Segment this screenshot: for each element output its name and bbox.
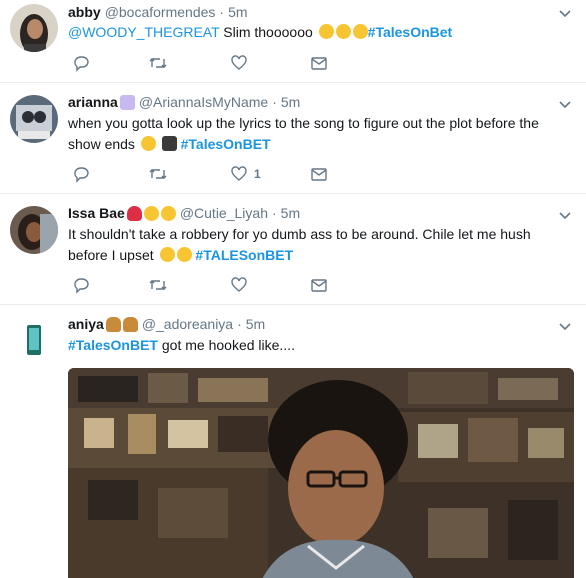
hashtag-link[interactable]: #TalesOnBet (368, 24, 453, 40)
timestamp[interactable]: 5m (246, 315, 265, 333)
avatar[interactable] (10, 317, 58, 365)
tweet-text: when you gotta look up the lyrics to the… (68, 113, 568, 155)
heart-icon (231, 277, 247, 292)
user-handle[interactable]: @_adoreaniya (142, 315, 233, 333)
heart-eyes-icon (335, 24, 351, 39)
avatar[interactable] (10, 95, 58, 143)
separator: · (271, 205, 277, 221)
tweet-abby[interactable]: abby @bocaformendes · 5m @WOODY_THEGREAT… (0, 0, 586, 83)
tweet-text-part: Slim thoooooo (219, 24, 317, 40)
display-name[interactable]: arianna (68, 93, 118, 111)
retweet-icon (149, 169, 167, 179)
tweet-text: @WOODY_THEGREAT Slim thoooooo #TalesOnBe… (68, 22, 568, 43)
grimace-face-icon (143, 205, 159, 221)
hashtag-link[interactable]: #TALESonBET (195, 247, 293, 263)
envelope-icon (311, 168, 327, 181)
spy-icon (161, 136, 177, 151)
reply-icon (74, 167, 89, 183)
like-button[interactable] (230, 276, 248, 294)
tweet-actions: 1 (68, 165, 368, 183)
retweet-icon (149, 58, 167, 68)
tweet-header: abby @bocaformendes · 5m (68, 3, 248, 21)
tweet-actions (68, 54, 368, 72)
like-button[interactable]: 1 (230, 165, 261, 183)
heart-eyes-icon (352, 24, 368, 39)
retweet-icon (149, 280, 167, 290)
avatar[interactable] (10, 4, 58, 52)
tweet-text: #TalesOnBET got me hooked like.... (68, 335, 568, 356)
display-name[interactable]: aniya (68, 315, 104, 333)
tweet-header: Issa Bae @Cutie_Liyah · 5m (68, 204, 300, 222)
chevron-down-icon[interactable] (558, 319, 572, 331)
message-button[interactable] (310, 165, 328, 183)
avatar[interactable] (10, 206, 58, 254)
tweet-header: aniya @_adoreaniya · 5m (68, 315, 265, 333)
message-button[interactable] (310, 276, 328, 294)
heart-eyes-icon (160, 205, 176, 221)
hamburger-icon (122, 316, 138, 332)
user-handle[interactable]: @AriannaIsMyName (139, 93, 268, 111)
separator: · (219, 4, 225, 20)
like-count: 1 (254, 167, 261, 181)
sparkles-icon (119, 94, 135, 110)
hashtag-link[interactable]: #TalesOnBET (181, 136, 271, 152)
reply-button[interactable] (72, 276, 90, 294)
envelope-icon (311, 279, 327, 292)
timestamp[interactable]: 5m (281, 93, 300, 111)
retweet-button[interactable] (148, 276, 168, 294)
tweet-actions (68, 276, 368, 294)
tweet-text-part: got me hooked like.... (158, 337, 295, 353)
hashtag-link[interactable]: #TalesOnBET (68, 337, 158, 353)
chevron-down-icon[interactable] (558, 208, 572, 220)
red-heart-icon (126, 205, 142, 221)
reply-button[interactable] (72, 165, 90, 183)
heart-eyes-icon (318, 24, 334, 39)
message-button[interactable] (310, 54, 328, 72)
joy-face-icon (176, 247, 192, 262)
tweet-arianna[interactable]: arianna @AriannaIsMyName · 5m when you g… (0, 83, 586, 194)
envelope-icon (311, 57, 327, 70)
hamburger-icon (105, 316, 121, 332)
tweet-text-part: It shouldn't take a robbery for yo dumb … (68, 226, 531, 263)
tweet-header: arianna @AriannaIsMyName · 5m (68, 93, 300, 111)
tweet-text-part: when you gotta look up the lyrics to the… (68, 115, 539, 152)
separator: · (237, 316, 242, 332)
separator: · (272, 94, 277, 110)
tweet-text: It shouldn't take a robbery for yo dumb … (68, 224, 568, 266)
tweet-aniya[interactable]: aniya @_adoreaniya · 5m #TalesOnBET got … (0, 305, 586, 578)
like-button[interactable] (230, 54, 248, 72)
joy-face-icon (159, 247, 175, 262)
tweet-issa-bae[interactable]: Issa Bae @Cutie_Liyah · 5m It shouldn't … (0, 194, 586, 305)
timestamp[interactable]: 5m (281, 204, 300, 222)
tweet-media-gif[interactable] (68, 368, 574, 578)
timestamp[interactable]: 5m (228, 3, 247, 21)
user-handle[interactable]: @bocaformendes (105, 3, 216, 21)
chevron-down-icon[interactable] (558, 97, 572, 109)
chevron-down-icon[interactable] (558, 6, 572, 18)
unamused-face-icon (140, 136, 156, 151)
heart-icon (231, 55, 247, 70)
heart-icon (231, 166, 247, 181)
user-handle[interactable]: @Cutie_Liyah (180, 204, 268, 222)
reply-icon (74, 56, 89, 72)
mention-link[interactable]: @WOODY_THEGREAT (68, 24, 219, 40)
reply-icon (74, 278, 89, 294)
retweet-button[interactable] (148, 54, 168, 72)
retweet-button[interactable] (148, 165, 168, 183)
display-name[interactable]: Issa Bae (68, 204, 125, 222)
gif-image (68, 368, 574, 578)
display-name[interactable]: abby (68, 3, 101, 21)
reply-button[interactable] (72, 54, 90, 72)
